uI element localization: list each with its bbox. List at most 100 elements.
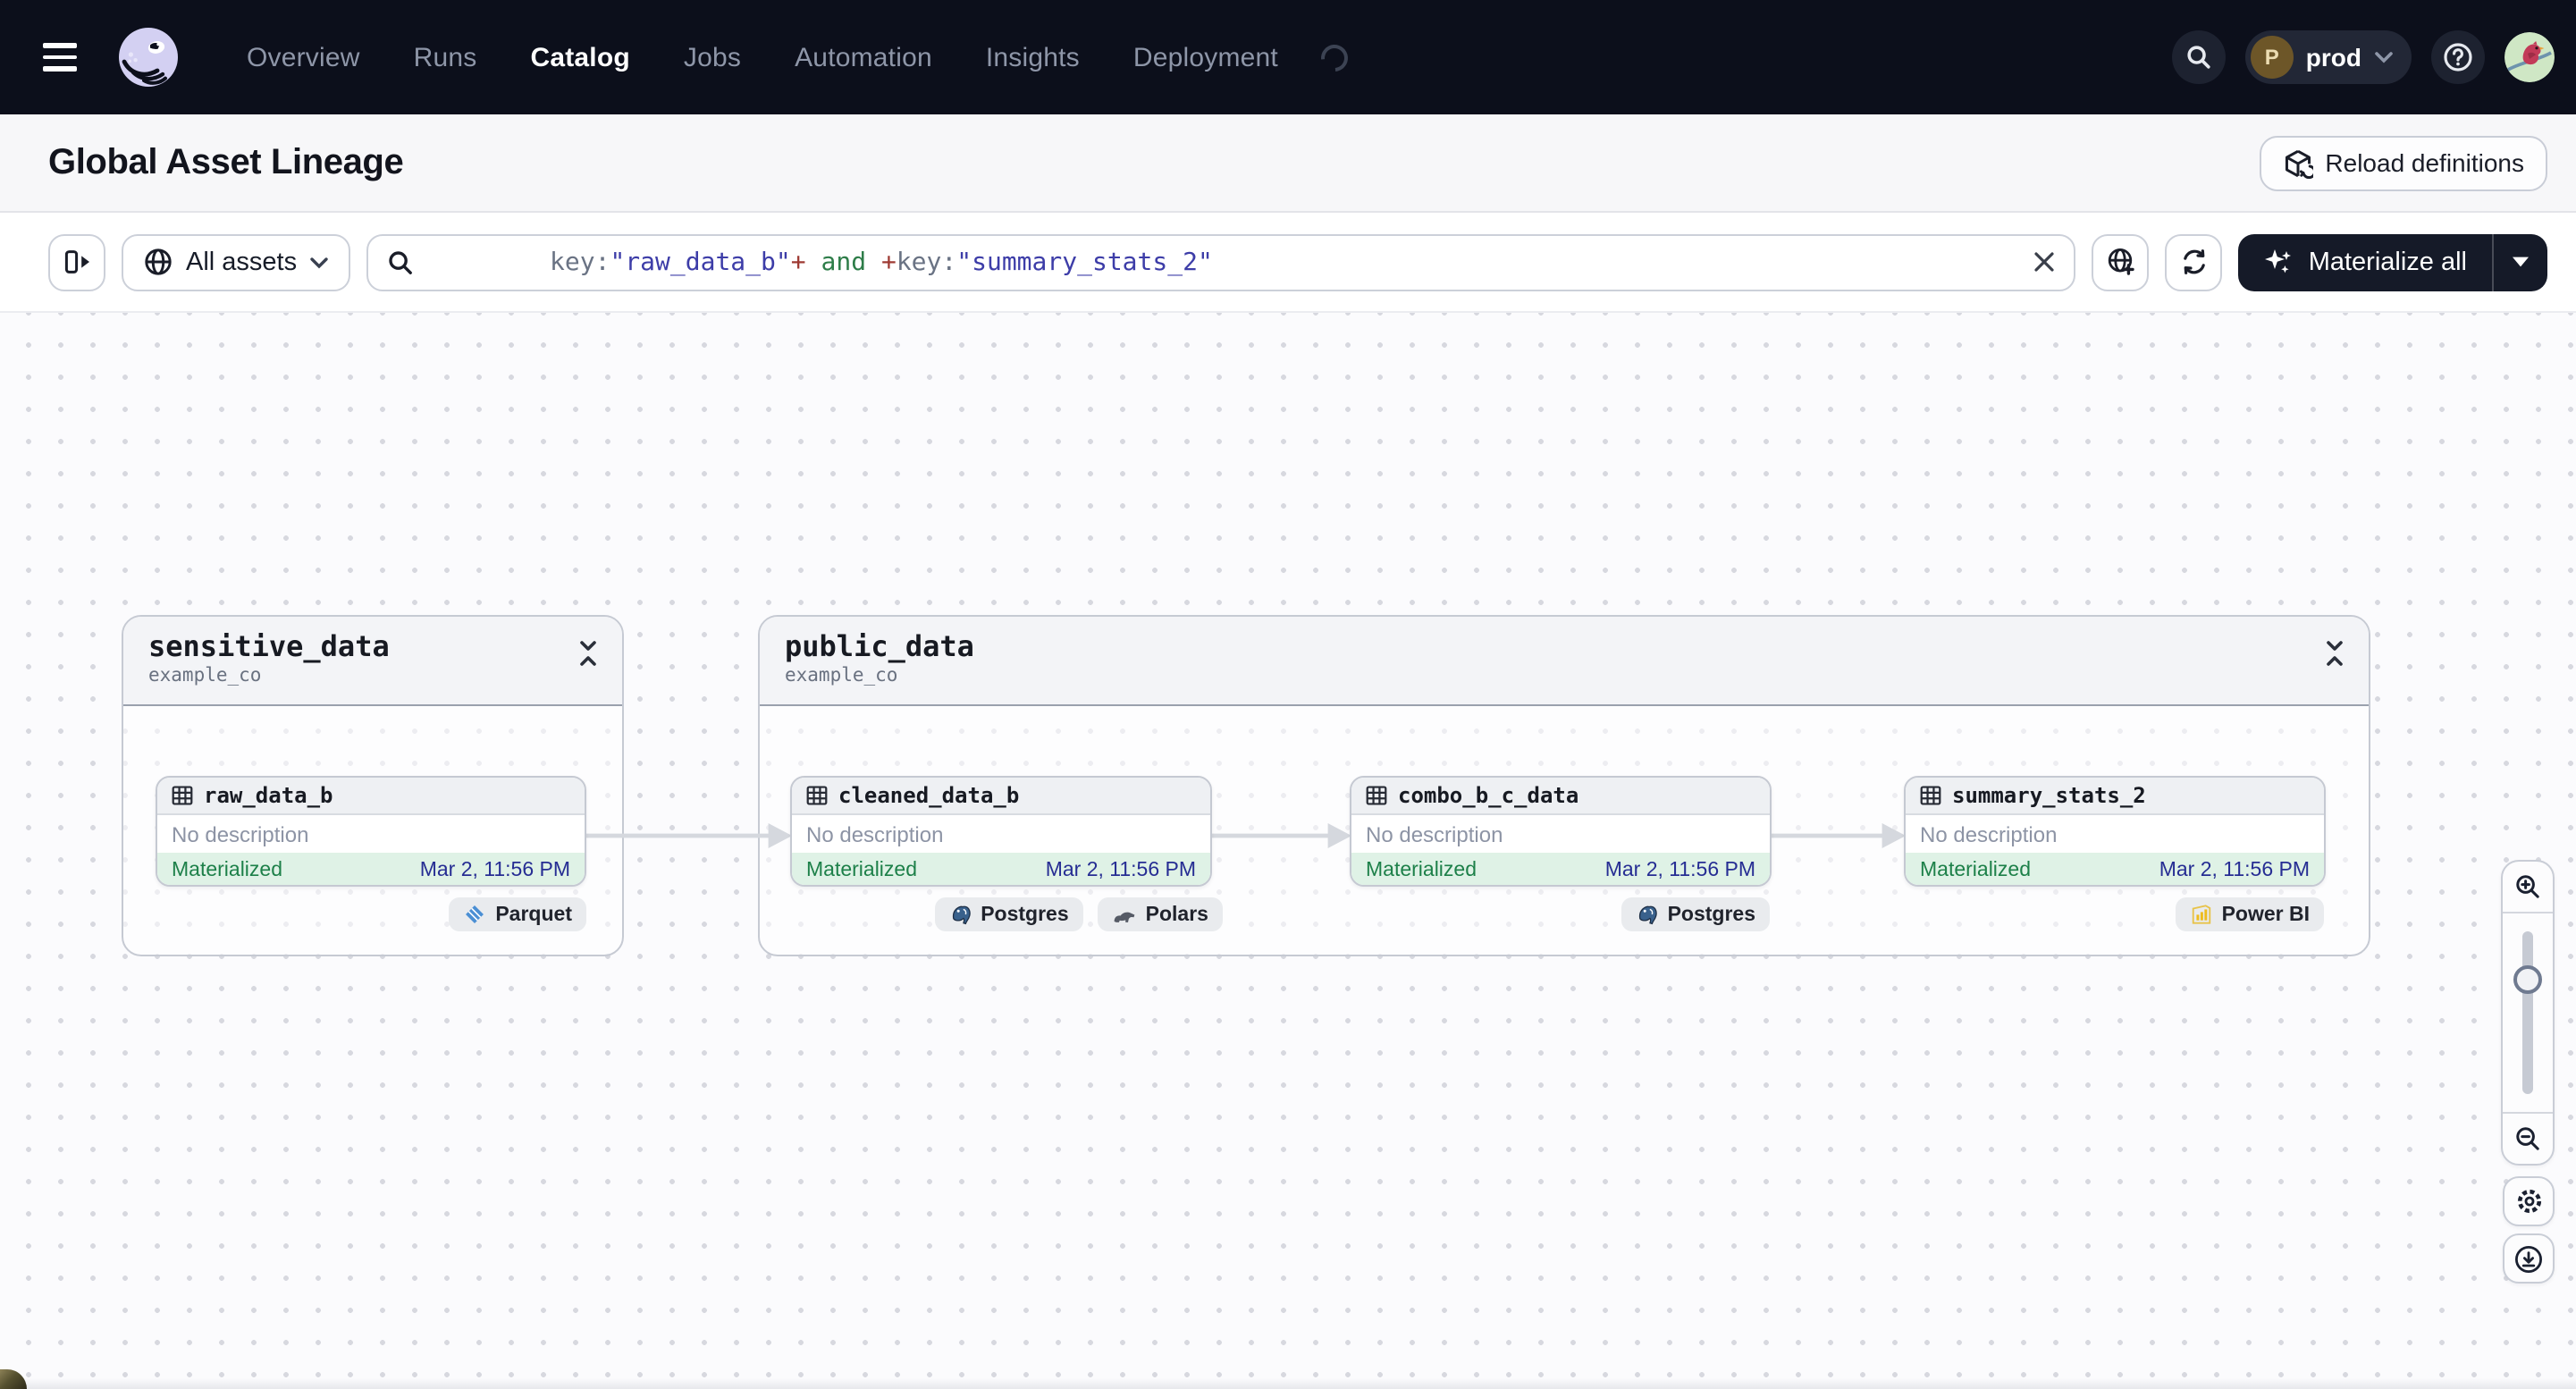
download-image-button[interactable] [2503,1233,2555,1284]
zoom-slider[interactable] [2503,912,2553,1114]
tag-parquet[interactable]: Parquet [449,897,586,931]
deployment-avatar: P [2250,36,2294,79]
search-icon [2187,46,2210,69]
asset-tags-combo-b-c-data: Postgres [1621,897,1770,931]
close-icon [2035,252,2055,272]
asset-name: summary_stats_2 [1952,783,2146,808]
panel-toggle-icon [63,250,88,274]
user-avatar[interactable] [2504,32,2555,82]
refresh-button[interactable] [2165,233,2223,290]
reload-definitions-label: Reload definitions [2325,148,2524,177]
sparkle-icon [2265,249,2292,274]
graph-settings-button[interactable] [2503,1176,2555,1226]
asset-tags-raw-data-b: Parquet [449,897,586,931]
lineage-canvas[interactable]: sensitive_data example_co public_data ex… [0,313,2576,1389]
collapse-icon [580,641,596,666]
collapse-group-button[interactable] [577,640,599,667]
tag-label: Polars [1145,904,1208,925]
help-button[interactable] [2431,30,2485,84]
table-icon [806,786,828,805]
help-icon [2444,43,2472,72]
table-icon [172,786,193,805]
asset-node-cleaned-data-b[interactable]: cleaned_data_b No description Materializ… [790,776,1212,887]
table-icon [1366,786,1387,805]
nav-right: P prod [2171,30,2555,84]
nav-item-overview[interactable]: Overview [247,42,360,72]
chevron-down-icon [310,257,328,268]
nav-item-deployment[interactable]: Deployment [1133,42,1278,72]
nav-item-runs[interactable]: Runs [414,42,477,72]
tag-postgres[interactable]: Postgres [1621,897,1770,931]
powerbi-icon [2192,905,2210,924]
asset-node-header: summary_stats_2 [1906,778,2324,815]
zoom-controls [2501,860,2555,1166]
asset-node-combo-b-c-data[interactable]: combo_b_c_data No description Materializ… [1350,776,1772,887]
zoom-in-button[interactable] [2503,862,2553,912]
download-icon [2514,1244,2543,1273]
clear-search-button[interactable] [2033,250,2057,274]
group-title: sensitive_data [148,629,390,663]
tag-label: Power BI [2221,904,2310,925]
postgres-icon [952,905,970,925]
status-label: Materialized [1366,859,1477,880]
nav-item-automation[interactable]: Automation [795,42,932,72]
query-segment: key: [896,248,957,276]
menu-button[interactable] [29,27,89,88]
query-segment: + [880,248,897,276]
materialization-time: Mar 2, 11:56 PM [2159,859,2310,880]
nav-item-jobs[interactable]: Jobs [684,42,741,72]
asset-node-header: combo_b_c_data [1351,778,1770,815]
asset-node-header: raw_data_b [157,778,585,815]
asset-scope-dropdown[interactable]: All assets [122,233,351,290]
table-icon [1920,786,1941,805]
dagster-logo[interactable] [114,23,182,91]
materialize-split-button: Materialize all [2238,233,2547,290]
zoom-out-button[interactable] [2503,1114,2553,1164]
collapse-group-button[interactable] [2324,640,2345,667]
collapse-icon [2327,641,2343,666]
deployment-switcher[interactable]: P prod [2244,30,2412,84]
group-owner: example_co [148,665,262,686]
deployment-label: prod [2305,43,2361,72]
asset-description: No description [172,821,309,846]
tag-postgres[interactable]: Postgres [934,897,1083,931]
asset-graph-settings-button[interactable] [2092,233,2150,290]
global-search-button[interactable] [2171,30,2226,84]
asset-node-raw-data-b[interactable]: raw_data_b No description Materialized M… [156,776,586,887]
zoom-out-icon [2516,1127,2539,1150]
canvas-bottom-edge [0,1378,2576,1389]
tag-label: Postgres [981,904,1069,925]
polars-icon [1114,911,1135,922]
zoom-slider-track [2522,931,2533,1094]
tag-powerbi[interactable]: Power BI [2175,897,2324,931]
nav-item-insights[interactable]: Insights [986,42,1080,72]
query-segment: and [805,248,881,276]
asset-search-input[interactable]: key:"raw_data_b"+ and +key:"summary_stat… [366,233,2076,290]
materialize-all-button[interactable]: Materialize all [2239,233,2492,290]
group-title: public_data [785,629,974,663]
asset-name: combo_b_c_data [1398,783,1579,808]
asset-status-row: Materialized Mar 2, 11:56 PM [792,853,1210,885]
reload-definitions-button[interactable]: Reload definitions [2259,135,2547,190]
query-segment: "raw_data_b" [610,248,791,276]
query-segment: + [790,248,806,276]
tag-label: Postgres [1667,904,1755,925]
asset-status-row: Materialized Mar 2, 11:56 PM [1906,853,2324,885]
asset-status-row: Materialized Mar 2, 11:56 PM [1351,853,1770,885]
toggle-sidebar-button[interactable] [48,233,105,290]
globe-icon [145,248,172,275]
tag-polars[interactable]: Polars [1097,897,1223,931]
page-header: Global Asset Lineage Reload definitions [0,114,2576,213]
search-query: key:"raw_data_b"+ and +key:"summary_stat… [429,219,1213,305]
group-owner: example_co [785,665,898,686]
asset-tags-cleaned-data-b: Postgres Polars [934,897,1223,931]
zoom-slider-handle[interactable] [2513,965,2542,994]
nav-item-catalog[interactable]: Catalog [530,42,629,72]
asset-description: No description [1920,821,2058,846]
status-label: Materialized [806,859,917,880]
materialize-options-button[interactable] [2492,233,2547,290]
materialization-time: Mar 2, 11:56 PM [1604,859,1755,880]
primary-nav: Overview Runs Catalog Jobs Automation In… [247,38,1354,77]
asset-node-summary-stats-2[interactable]: summary_stats_2 No description Materiali… [1904,776,2326,887]
asset-status-row: Materialized Mar 2, 11:56 PM [157,853,585,885]
